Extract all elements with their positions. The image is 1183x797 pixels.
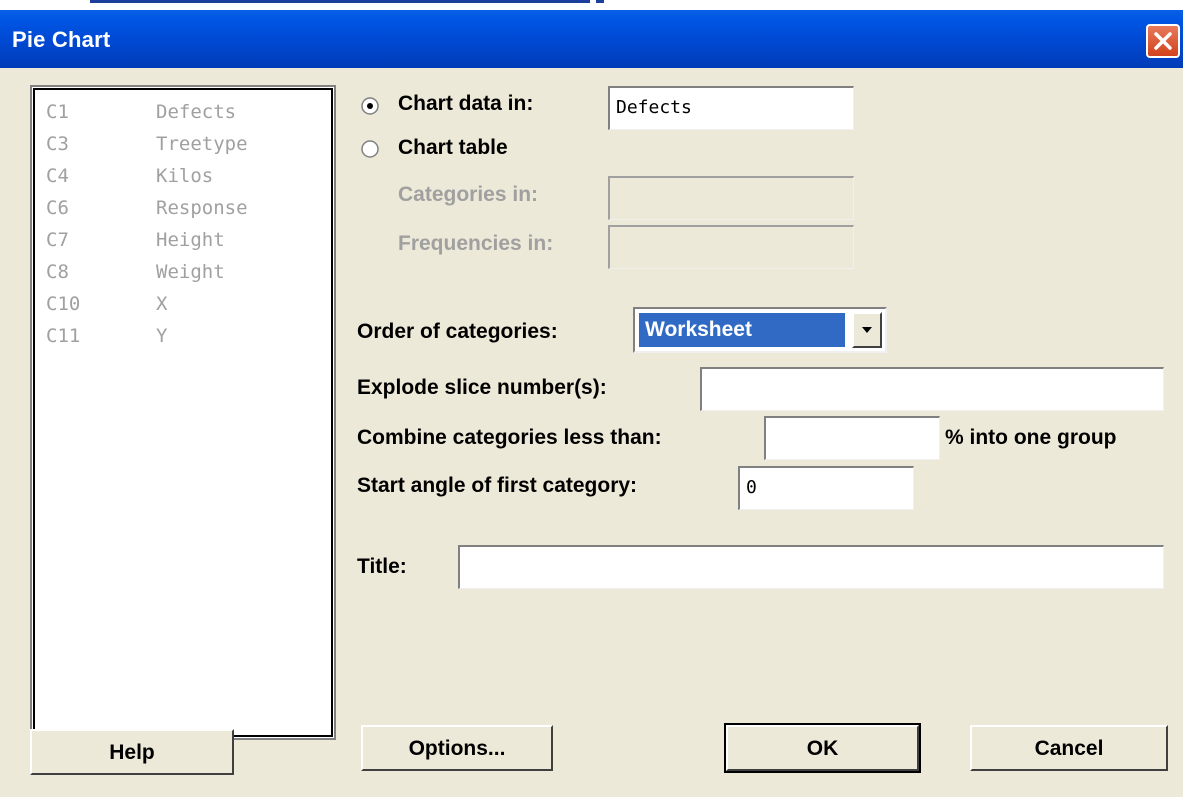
column-id: C11 [46, 325, 81, 347]
close-icon [1154, 32, 1172, 50]
order-of-categories-selected: Worksheet [639, 313, 845, 347]
categories-in-label: Categories in: [398, 183, 539, 206]
frequencies-in-label: Frequencies in: [398, 232, 554, 255]
order-of-categories-dropdown[interactable]: Worksheet [633, 307, 887, 353]
chevron-down-icon [862, 327, 872, 333]
explode-slice-label: Explode slice number(s): [357, 376, 607, 399]
chart-table-label: Chart table [398, 136, 508, 159]
frequencies-in-field[interactable] [608, 225, 854, 269]
variables-list[interactable]: C1 Defects C3 Treetype C4 Kilos C6 Respo… [30, 85, 336, 740]
column-id: C4 [46, 165, 69, 187]
column-id: C7 [46, 229, 69, 251]
column-id: C1 [46, 101, 69, 123]
column-id: C3 [46, 133, 69, 155]
start-angle-label: Start angle of first category: [357, 474, 638, 497]
order-of-categories-label: Order of categories: [357, 320, 558, 343]
column-name: Y [156, 325, 168, 347]
combine-categories-label: Combine categories less than: [357, 426, 662, 449]
column-name: Treetype [156, 133, 248, 155]
title-label: Title: [357, 555, 407, 578]
background-strip [0, 0, 1183, 10]
column-id: C6 [46, 197, 69, 219]
dropdown-arrow-button[interactable] [852, 312, 882, 348]
start-angle-field[interactable]: 0 [738, 466, 914, 510]
column-id: C8 [46, 261, 69, 283]
combine-suffix-label: % into one group [945, 426, 1117, 449]
chart-data-in-label: Chart data in: [398, 92, 534, 115]
column-name: Kilos [156, 165, 214, 187]
explode-slice-field[interactable] [700, 367, 1164, 411]
help-button[interactable]: Help [30, 729, 234, 775]
background-window-edge [596, 0, 604, 3]
column-name: Response [156, 197, 248, 219]
title-bar[interactable]: Pie Chart [0, 10, 1183, 68]
column-name: Defects [156, 101, 237, 123]
column-name: X [156, 293, 168, 315]
background-window-edge [90, 0, 590, 3]
chart-table-radio[interactable] [361, 140, 379, 158]
ok-button[interactable]: OK [724, 723, 921, 773]
chart-data-in-field[interactable]: Defects [608, 86, 854, 130]
categories-in-field[interactable] [608, 176, 854, 220]
cancel-button[interactable]: Cancel [970, 725, 1168, 771]
close-button[interactable] [1146, 24, 1180, 58]
chart-data-in-radio[interactable] [361, 97, 379, 115]
combine-categories-field[interactable] [764, 416, 940, 460]
window-title: Pie Chart [12, 27, 111, 52]
column-name: Height [156, 229, 225, 251]
title-field[interactable] [458, 545, 1164, 589]
column-name: Weight [156, 261, 225, 283]
column-id: C10 [46, 293, 81, 315]
options-button[interactable]: Options... [361, 725, 553, 771]
